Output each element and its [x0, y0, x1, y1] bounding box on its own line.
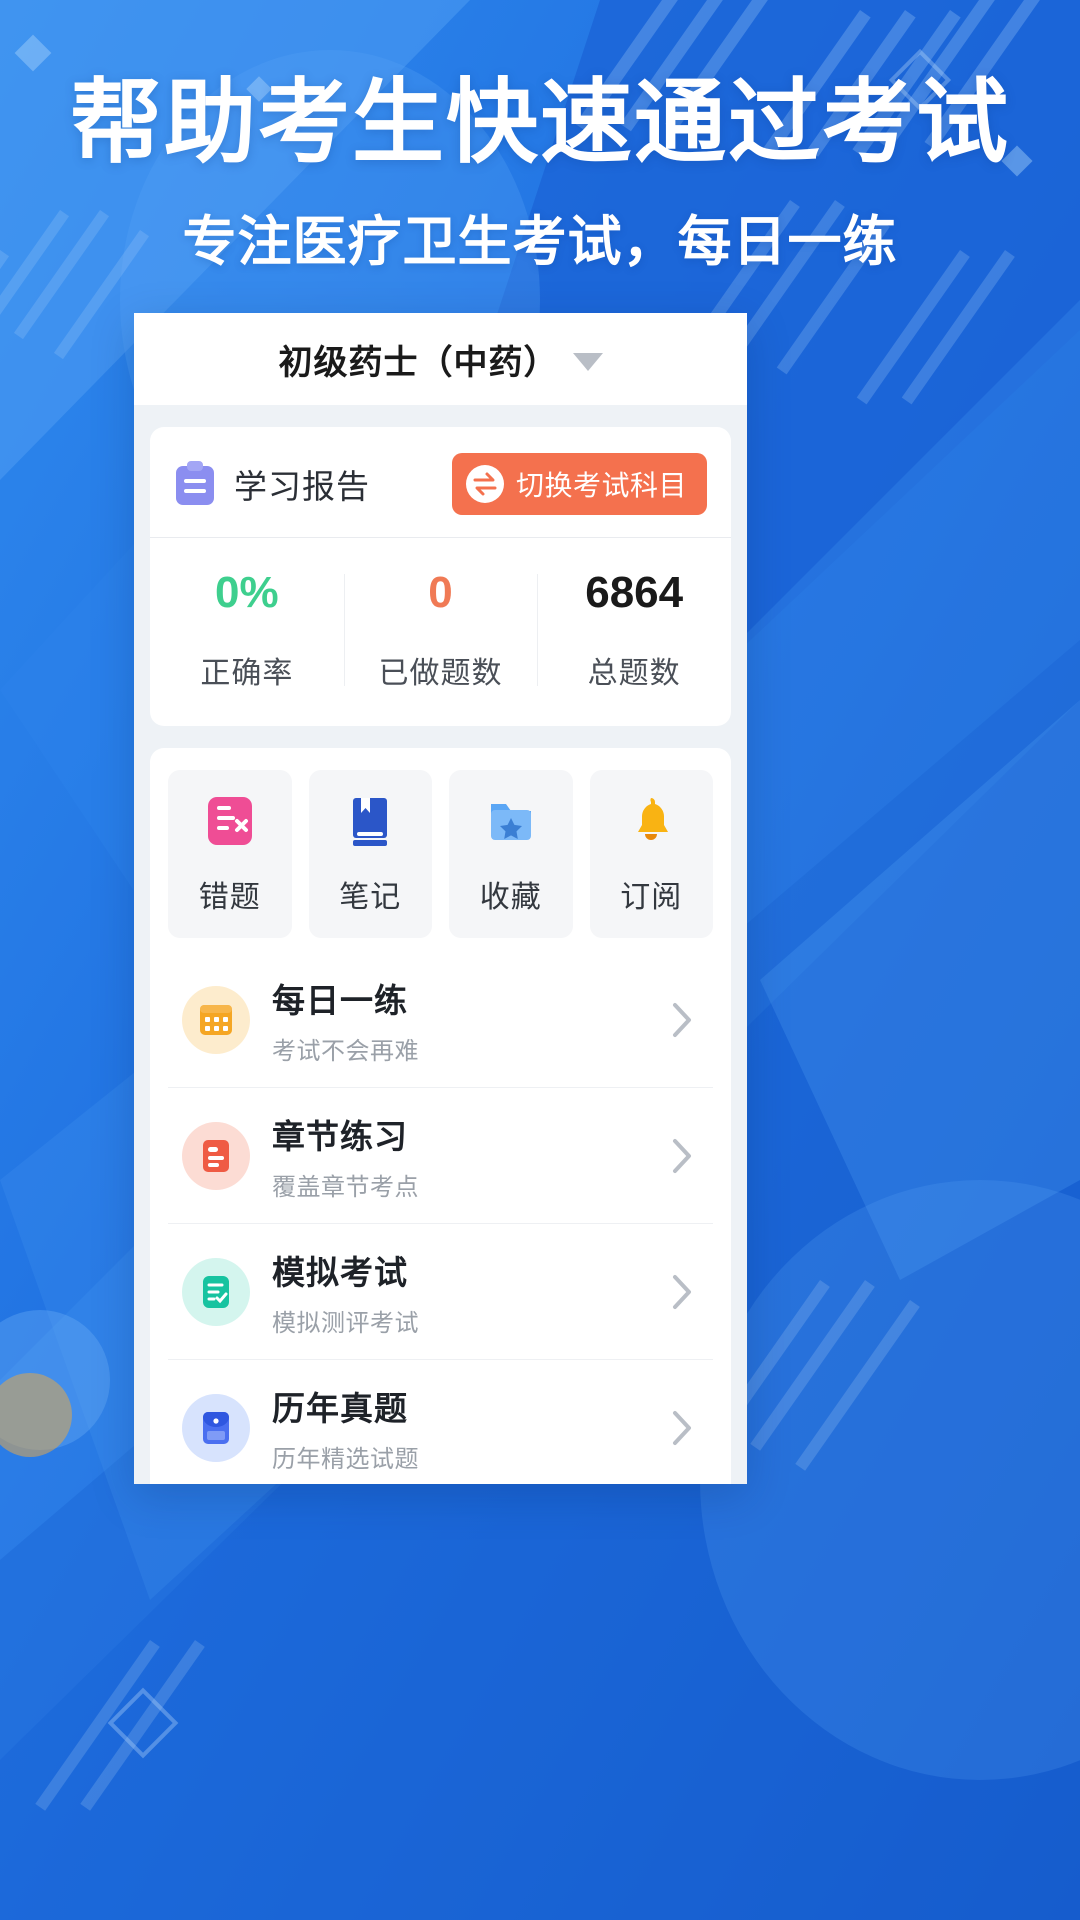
tile-subscribe[interactable]: 订阅 [589, 770, 713, 938]
stat-done-count: 0 已做题数 [343, 568, 538, 692]
tile-wrong-questions[interactable]: 错题 [168, 770, 292, 938]
calendar-icon [182, 985, 250, 1054]
hero-section: 帮助考生快速通过考试 专注医疗卫生考试，每日一练 [0, 72, 1080, 276]
stat-label: 总题数 [587, 657, 681, 690]
tile-label: 收藏 [479, 881, 542, 914]
hero-subtitle: 专注医疗卫生考试，每日一练 [182, 212, 898, 273]
list-item-subtitle: 历年精选试题 [272, 1446, 419, 1473]
list-item[interactable]: 模拟考试 模拟测评考试 [168, 1224, 713, 1360]
list-item-title: 模拟考试 [272, 1253, 408, 1291]
favorite-folder-icon [490, 804, 531, 840]
wrong-question-icon [207, 797, 252, 845]
chapter-icon [182, 1121, 250, 1190]
study-report-header: 学习报告 切换考试科目 [150, 427, 731, 538]
list-item-subtitle: 覆盖章节考点 [272, 1173, 419, 1201]
stat-value: 0 [428, 568, 453, 617]
list-item-title: 章节练习 [272, 1117, 408, 1155]
stat-label: 正确率 [200, 657, 294, 690]
stat-value: 0% [215, 568, 279, 617]
switch-subject-button[interactable]: 切换考试科目 [451, 453, 707, 515]
stat-label: 已做题数 [378, 657, 503, 690]
stat-accuracy: 0% 正确率 [150, 568, 344, 692]
clipboard-icon [176, 461, 214, 505]
list-item-subtitle: 模拟测评考试 [272, 1309, 419, 1337]
bell-icon [638, 798, 669, 840]
list-item[interactable]: 历年真题 历年精选试题 [168, 1360, 713, 1484]
swap-icon [465, 465, 504, 503]
stat-value: 6864 [585, 568, 684, 617]
stat-total-count: 6864 总题数 [537, 568, 731, 692]
study-report-card: 学习报告 切换考试科目 0% 正确率 0 已做题数 6864 总题数 [150, 427, 731, 726]
list-item-title: 每日一练 [272, 981, 408, 1019]
switch-subject-label: 切换考试科目 [515, 470, 687, 501]
menu-list: 每日一练 考试不会再难 章节练习 覆盖章节考点 模拟考试 模拟测评考试 历年真题… [150, 952, 731, 1484]
mock-exam-icon [182, 1257, 250, 1326]
hero-title: 帮助考生快速通过考试 [69, 72, 1010, 174]
list-item-text: 历年真题 历年精选试题 [272, 1382, 669, 1474]
tile-favorites[interactable]: 收藏 [449, 770, 573, 938]
tile-label: 笔记 [339, 881, 402, 914]
list-item-text: 章节练习 覆盖章节考点 [272, 1110, 669, 1202]
app-header: 初级药士（中药） [134, 313, 747, 405]
quick-tiles: 错题 笔记 收藏 订阅 [150, 748, 731, 952]
past-paper-icon [182, 1394, 250, 1462]
list-item-text: 每日一练 考试不会再难 [272, 974, 669, 1066]
list-item[interactable]: 每日一练 考试不会再难 [168, 952, 713, 1088]
study-report-title: 学习报告 [234, 468, 370, 505]
chevron-right-icon [673, 1411, 691, 1445]
tile-label: 订阅 [620, 881, 683, 914]
list-item[interactable]: 章节练习 覆盖章节考点 [168, 1088, 713, 1224]
tile-label: 错题 [198, 881, 261, 914]
chevron-right-icon [673, 1138, 691, 1173]
note-book-icon [353, 798, 388, 846]
list-item-title: 历年真题 [272, 1390, 408, 1427]
chevron-right-icon [673, 1274, 691, 1309]
page-title: 初级药士（中药） [278, 343, 559, 382]
chevron-right-icon [673, 1002, 691, 1037]
list-item-subtitle: 考试不会再难 [272, 1037, 419, 1065]
chevron-down-icon[interactable] [572, 353, 603, 371]
tile-notes[interactable]: 笔记 [308, 770, 432, 938]
features-card: 错题 笔记 收藏 订阅 每日一练 考试不会再难 章节练习 覆盖章节考点 模拟考试… [150, 748, 731, 1484]
list-item-text: 模拟考试 模拟测评考试 [272, 1246, 669, 1338]
phone-mockup: 初级药士（中药） 学习报告 切换考试科目 0% 正确率 0 已做题数 6864 … [134, 313, 747, 1484]
stats-row: 0% 正确率 0 已做题数 6864 总题数 [150, 538, 731, 726]
